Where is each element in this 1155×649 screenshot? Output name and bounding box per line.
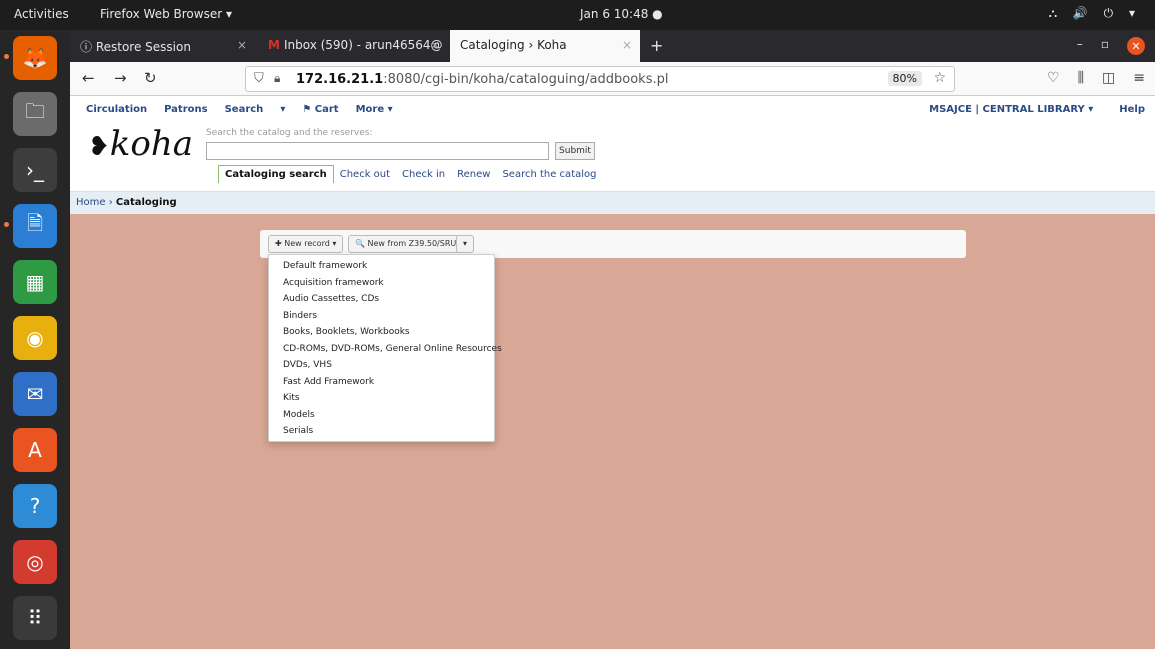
new-from-z3950-button[interactable]: 🔍 New from Z39.50/SRU [348, 235, 464, 253]
z3950-dropdown-toggle[interactable]: ▾ [456, 235, 475, 253]
menu-icon[interactable]: ≡ [1133, 70, 1145, 86]
framework-dropdown-menu: Default framework Acquisition framework … [268, 254, 502, 442]
submit-button[interactable]: Submit [555, 142, 595, 160]
search-hint: Search the catalog and the reserves: [206, 128, 373, 138]
close-icon[interactable]: × [622, 38, 632, 52]
firefox-window: ⓘ Restore Session × M Inbox (590) - arun4… [70, 30, 1155, 649]
gmail-icon: M [268, 38, 280, 52]
back-icon[interactable]: ← [82, 69, 95, 87]
logo-text: koha [109, 124, 194, 164]
app-menu[interactable]: Firefox Web Browser ▾ [100, 7, 232, 21]
main-nav: Circulation Patrons Search ▾ ⚑ Cart More… [86, 104, 393, 115]
nav-circulation[interactable]: Circulation [86, 104, 147, 115]
tab-restore-session[interactable]: ⓘ Restore Session × [70, 30, 255, 62]
lock-icon[interactable]: 🔒︎ [274, 71, 280, 86]
menu-item-fast-add[interactable]: Fast Add Framework [269, 375, 494, 392]
search-tabs: Cataloging search Check out Check in Ren… [218, 164, 602, 184]
page-content: Circulation Patrons Search ▾ ⚑ Cart More… [70, 96, 1155, 649]
breadcrumb-separator: › [105, 197, 116, 208]
breadcrumb-current: Cataloging [115, 197, 177, 208]
tab-gmail-inbox[interactable]: M Inbox (590) - arun46564@ × [258, 30, 448, 62]
tab-search-catalog[interactable]: Search the catalog [496, 166, 602, 183]
bookmark-star-icon[interactable]: ☆ [933, 70, 946, 86]
app-grid-icon[interactable]: ⠿ [13, 596, 57, 640]
tab-renew[interactable]: Renew [451, 166, 496, 183]
nav-search-caret[interactable]: ▾ [280, 104, 285, 115]
tab-check-in[interactable]: Check in [396, 166, 451, 183]
chrome-icon[interactable]: ◎ [13, 540, 57, 584]
firefox-icon[interactable]: 🦊 [4, 36, 57, 80]
menu-item-cd-roms[interactable]: CD-ROMs, DVD-ROMs, General Online Resour… [269, 342, 502, 359]
reload-icon[interactable]: ↻ [144, 69, 157, 87]
breadcrumb-home[interactable]: Home [76, 197, 106, 208]
url-path: :8080/cgi-bin/koha/cataloguing/addbooks.… [383, 72, 669, 87]
menu-item-serials[interactable]: Serials [269, 424, 494, 441]
tab-label: Inbox (590) - arun46564@ [283, 38, 443, 52]
nav-toolbar: ← → ↻ ⛉ 🔒︎ 172.16.21.1:8080/cgi-bin/koha… [70, 62, 1155, 96]
window-controls: – ▫ ✕ [1077, 37, 1145, 55]
forward-icon[interactable]: → [114, 69, 127, 87]
system-tray[interactable]: ⛬ 🔊 ⏻ ▾ [1049, 6, 1141, 21]
system-top-bar: Activities Firefox Web Browser ▾ Jan 6 1… [0, 0, 1155, 30]
catalog-search-input[interactable] [206, 142, 549, 160]
koha-leaf-icon: ❥ [88, 132, 110, 162]
menu-item-dvds[interactable]: DVDs, VHS [269, 358, 494, 375]
tab-bar: ⓘ Restore Session × M Inbox (590) - arun4… [70, 30, 1155, 62]
menu-item-acquisition-framework[interactable]: Acquisition framework [269, 276, 494, 293]
library-selector[interactable]: MSAJCE | CENTRAL LIBRARY ▾ [929, 104, 1093, 115]
zoom-level[interactable]: 80% [887, 71, 922, 86]
breadcrumb: Home › Cataloging [70, 192, 1155, 214]
menu-item-default-framework[interactable]: Default framework [269, 259, 494, 276]
window-close-icon[interactable]: ✕ [1127, 37, 1145, 55]
rhythmbox-icon[interactable]: ◉ [13, 316, 57, 360]
toolbar-right: ♡ ⫼ ◫ ≡ [1047, 70, 1145, 86]
shield-icon[interactable]: ⛉ [254, 71, 264, 86]
terminal-icon[interactable]: ›_ [13, 148, 57, 192]
tab-label: ⓘ Restore Session [80, 40, 191, 54]
nav-patrons[interactable]: Patrons [164, 104, 207, 115]
menu-item-kits[interactable]: Kits [269, 391, 494, 408]
dock: 🦊 🗀 ›_ 🗎 ▦ ◉ ✉ A ? ◎ ⠿ [0, 30, 70, 649]
user-nav: MSAJCE | CENTRAL LIBRARY ▾ Help [929, 104, 1145, 115]
help-link[interactable]: Help [1119, 104, 1145, 115]
pocket-icon[interactable]: ♡ [1047, 70, 1060, 86]
minimize-icon[interactable]: – [1077, 37, 1083, 55]
new-tab-button[interactable]: + [650, 36, 663, 55]
tab-label: Cataloging › Koha [460, 38, 567, 52]
close-icon[interactable]: × [237, 38, 247, 52]
maximize-icon[interactable]: ▫ [1101, 37, 1109, 55]
help-icon[interactable]: ? [13, 484, 57, 528]
new-record-button[interactable]: ✚ New record ▾ [268, 235, 344, 253]
koha-logo[interactable]: ❥koha [88, 124, 193, 164]
calc-icon[interactable]: ▦ [13, 260, 57, 304]
nav-cart[interactable]: ⚑ Cart [302, 104, 338, 115]
files-icon[interactable]: 🗀 [13, 92, 57, 136]
menu-item-books[interactable]: Books, Booklets, Workbooks [269, 325, 494, 342]
url-text[interactable]: 172.16.21.1:8080/cgi-bin/koha/cataloguin… [296, 72, 668, 87]
menu-item-models[interactable]: Models [269, 408, 494, 425]
url-host: 172.16.21.1 [296, 72, 384, 87]
url-bar[interactable]: ⛉ 🔒︎ 172.16.21.1:8080/cgi-bin/koha/catal… [245, 66, 955, 92]
library-icon[interactable]: ⫼ [1078, 70, 1084, 86]
nav-more[interactable]: More ▾ [356, 104, 393, 115]
thunderbird-icon[interactable]: ✉ [13, 372, 57, 416]
nav-search[interactable]: Search [225, 104, 264, 115]
menu-item-binders[interactable]: Binders [269, 309, 494, 326]
writer-icon[interactable]: 🗎 [4, 204, 57, 248]
close-icon[interactable]: × [430, 38, 440, 52]
tab-cataloging-search[interactable]: Cataloging search [218, 165, 334, 183]
koha-header: Circulation Patrons Search ▾ ⚑ Cart More… [70, 96, 1155, 192]
software-icon[interactable]: A [13, 428, 57, 472]
tab-cataloging-koha[interactable]: Cataloging › Koha × [450, 30, 640, 62]
tab-check-out[interactable]: Check out [334, 166, 396, 183]
clock[interactable]: Jan 6 10:48 ● [580, 7, 663, 21]
menu-item-audio-cassettes[interactable]: Audio Cassettes, CDs [269, 292, 494, 309]
sidebar-icon[interactable]: ◫ [1102, 70, 1115, 86]
activities-button[interactable]: Activities [14, 7, 69, 21]
